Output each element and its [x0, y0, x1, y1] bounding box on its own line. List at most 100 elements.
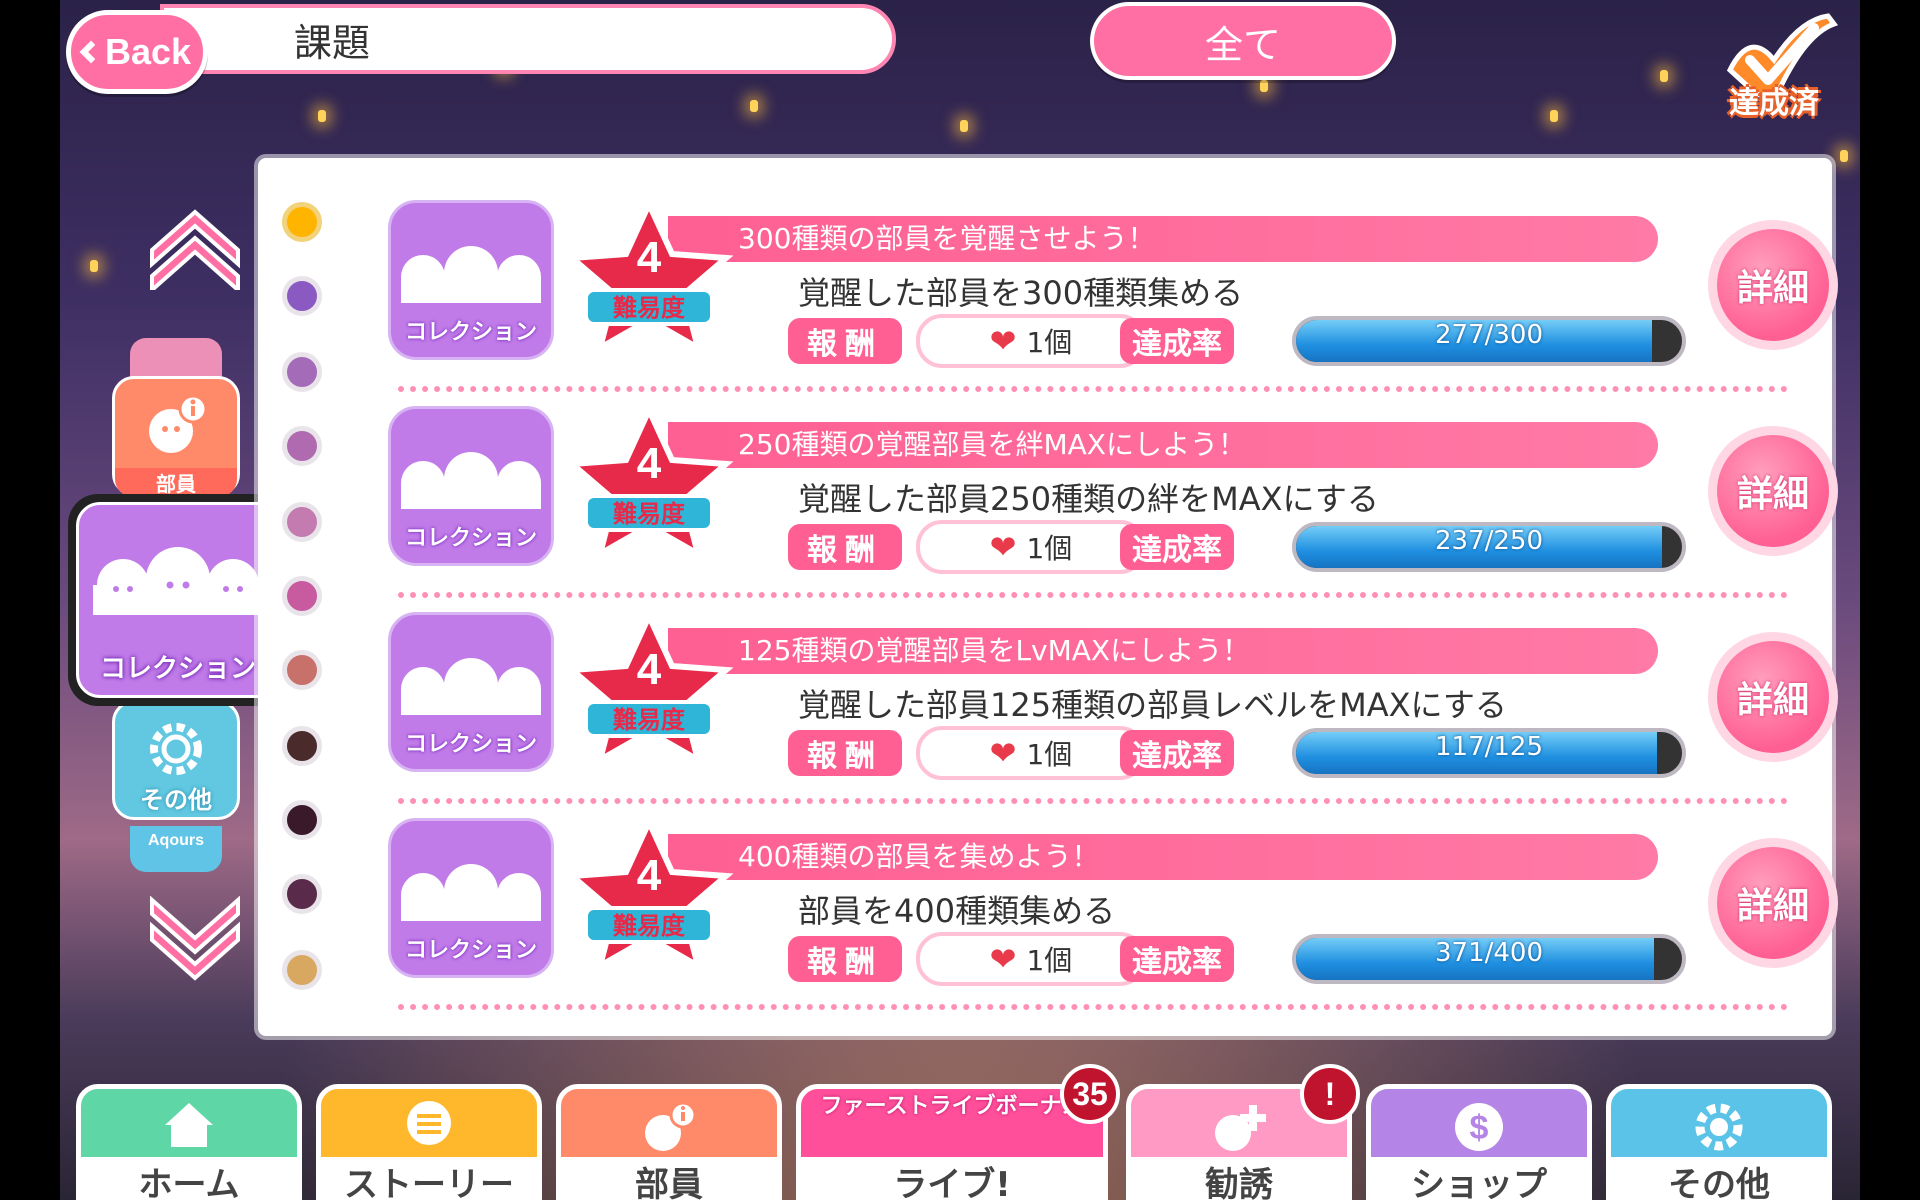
collection-category-icon: コレクション: [388, 406, 554, 566]
detail-button-label: 詳細: [1717, 641, 1829, 753]
progress-text: 277/300: [1434, 320, 1543, 350]
nav-other-label: その他: [1611, 1157, 1827, 1200]
side-tab-collection[interactable]: コレクション: [68, 494, 322, 706]
detail-button-label: 詳細: [1717, 435, 1829, 547]
side-tab-aqours[interactable]: Aqours: [130, 826, 222, 872]
side-tab-other[interactable]: その他: [112, 700, 240, 820]
stage: 課題 Back 全て 達成済 部員 その他 Aqours コレクション コレクシ…: [60, 0, 1860, 1200]
goal-title: 400種類の部員を集めよう！: [668, 834, 1658, 880]
collection-icon: [401, 452, 541, 509]
filter-all-label: 全て: [1204, 22, 1281, 67]
reward-label: 報酬: [788, 936, 902, 982]
goal-description: 覚醒した部員250種類の絆をMAXにする: [798, 480, 1379, 518]
nav-home-label: ホーム: [81, 1157, 297, 1200]
reward-value: 1個: [1026, 944, 1073, 977]
member-info-icon: [149, 394, 208, 453]
scroll-up-chevron-icon[interactable]: [140, 200, 250, 290]
lantern-light: [960, 120, 968, 132]
goal-description: 覚醒した部員を300種類集める: [798, 274, 1244, 312]
scout-plus-icon: [1215, 1105, 1266, 1151]
side-tab-member[interactable]: 部員: [112, 376, 240, 497]
detail-button[interactable]: 詳細: [1708, 220, 1838, 350]
difficulty-label: 難易度: [613, 500, 686, 528]
member-info-icon: [645, 1101, 697, 1151]
goal-row: コレクション 300種類の部員を覚醒させよう！ 4 難易度 覚醒した部員を300…: [258, 158, 1838, 392]
achievement-rate-label: 達成率: [1120, 730, 1234, 776]
nav-home-button[interactable]: ホーム: [76, 1084, 302, 1200]
difficulty-value: 4: [637, 851, 662, 900]
goal-title: 125種類の覚醒部員をLvMAXにしよう！: [668, 628, 1658, 674]
nav-member-button[interactable]: 部員: [556, 1084, 782, 1200]
difficulty-label: 難易度: [613, 912, 686, 940]
progress-bar: 237/250: [1292, 522, 1686, 572]
svg-text:$: $: [1470, 1109, 1489, 1147]
side-tab-other-label: その他: [140, 786, 212, 814]
lantern-light: [1840, 150, 1848, 162]
gear-icon: [150, 723, 202, 775]
difficulty-label: 難易度: [613, 706, 686, 734]
goal-description: 覚醒した部員125種類の部員レベルをMAXにする: [798, 686, 1507, 724]
heart-icon: ❤: [989, 940, 1017, 978]
reward-box: ❤ 1個: [916, 932, 1146, 986]
category-label: コレクション: [404, 938, 537, 963]
lantern-light: [90, 260, 98, 272]
achieved-button[interactable]: 達成済: [1710, 10, 1839, 130]
nav-story-label: ストーリー: [321, 1157, 537, 1200]
progress-bar: 117/125: [1292, 728, 1686, 778]
progress-text: 371/400: [1434, 938, 1543, 968]
progress-text: 237/250: [1434, 526, 1543, 556]
achievement-rate-label: 達成率: [1120, 524, 1234, 570]
side-tab-collection-inner: コレクション: [76, 502, 280, 698]
collection-icon: [401, 864, 541, 921]
story-bubble-icon: [407, 1101, 451, 1145]
reward-box: ❤ 1個: [916, 314, 1146, 368]
page-title: 課題: [160, 4, 896, 74]
nav-shop-button[interactable]: $ ショップ: [1366, 1084, 1592, 1200]
difficulty-star-icon: 4 難易度: [564, 816, 734, 973]
detail-button[interactable]: 詳細: [1708, 632, 1838, 762]
side-tab-member-label: 部員: [115, 468, 237, 497]
chevron-left-icon: [79, 40, 103, 64]
difficulty-star-icon: 4 難易度: [564, 610, 734, 767]
achievement-rate-label: 達成率: [1120, 936, 1234, 982]
nav-member-label: 部員: [561, 1157, 777, 1200]
collection-category-icon: コレクション: [388, 200, 554, 360]
difficulty-value: 4: [637, 233, 662, 282]
gear-icon: [1695, 1103, 1743, 1151]
detail-button-label: 詳細: [1717, 229, 1829, 341]
reward-label: 報酬: [788, 524, 902, 570]
alert-icon: !: [1324, 1075, 1336, 1112]
nav-other-button[interactable]: その他: [1606, 1084, 1832, 1200]
scroll-down-chevron-icon[interactable]: [140, 896, 250, 986]
collection-icon: [93, 547, 263, 615]
detail-button[interactable]: 詳細: [1708, 426, 1838, 556]
reward-value: 1個: [1026, 738, 1073, 771]
category-label: コレクション: [404, 320, 537, 345]
progress-bar: 277/300: [1292, 316, 1686, 366]
filter-all-button[interactable]: 全て: [1090, 2, 1396, 80]
goal-title: 300種類の部員を覚醒させよう！: [668, 216, 1658, 262]
heart-icon: ❤: [989, 322, 1017, 360]
goal-row: コレクション 400種類の部員を集めよう！ 4 難易度 部員を400種類集める …: [258, 776, 1838, 1010]
reward-value: 1個: [1026, 326, 1073, 359]
side-tab-collection-label: コレクション: [99, 654, 256, 684]
collection-category-icon: コレクション: [388, 612, 554, 772]
progress-text: 117/125: [1434, 732, 1543, 762]
achieved-label: 達成済: [1729, 86, 1819, 121]
achievement-rate-label: 達成率: [1120, 318, 1234, 364]
reward-box: ❤ 1個: [916, 726, 1146, 780]
lantern-light: [750, 100, 758, 112]
collection-icon: [401, 658, 541, 715]
live-count-badge: 35: [1060, 1064, 1120, 1124]
heart-icon: ❤: [989, 528, 1017, 566]
difficulty-label: 難易度: [613, 294, 686, 322]
heart-icon: ❤: [989, 734, 1017, 772]
dollar-icon: $: [1455, 1103, 1503, 1151]
back-button[interactable]: Back: [66, 10, 208, 94]
home-icon: [165, 1103, 213, 1147]
lantern-light: [1260, 80, 1268, 92]
nav-story-button[interactable]: ストーリー: [316, 1084, 542, 1200]
detail-button[interactable]: 詳細: [1708, 838, 1838, 968]
goal-row: コレクション 250種類の覚醒部員を絆MAXにしよう！ 4 難易度 覚醒した部員…: [258, 364, 1838, 598]
row-divider: [398, 1004, 1788, 1010]
